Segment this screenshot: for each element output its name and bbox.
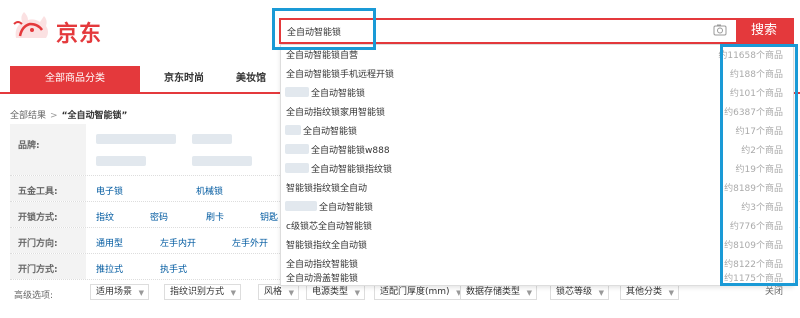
suggestion-item[interactable]: 全自动智能锁 约17个商品 — [281, 121, 793, 140]
advanced-option-label: 数据存储类型 — [466, 287, 521, 297]
blurred-text — [285, 144, 309, 154]
blurred-text — [285, 201, 317, 211]
advanced-option-dropdown[interactable]: 数据存储类型 ▼ — [460, 284, 538, 300]
filter-label-direction: 开门方向: — [10, 228, 86, 253]
suggestion-text: 全自动指纹智能锁 — [286, 260, 359, 270]
advanced-option-dropdown[interactable]: 指纹识别方式 ▼ — [164, 284, 242, 300]
breadcrumb-root[interactable]: 全部结果 — [10, 111, 46, 121]
suggestion-item[interactable]: 全自动智能锁手机远程开锁 约188个商品 — [281, 64, 793, 83]
suggestion-text: 全自动智能锁 — [303, 127, 358, 137]
advanced-option-label: 锁芯等级 — [556, 287, 593, 297]
chevron-down-icon: ▼ — [526, 289, 533, 297]
highlight-box-search-term — [272, 8, 376, 50]
suggestion-item[interactable]: c级锁芯全自动智能锁 约776个商品 — [281, 216, 793, 235]
blurred-brand-logo[interactable] — [96, 156, 146, 166]
blurred-brand-logo[interactable] — [192, 156, 252, 166]
suggestion-text: c级锁芯全自动智能锁 — [286, 222, 372, 232]
chevron-down-icon: ▼ — [230, 289, 237, 297]
advanced-option-dropdown[interactable]: 适用场景 ▼ — [90, 284, 150, 300]
filter-option[interactable]: 推拉式 — [96, 262, 123, 275]
breadcrumb: 全部结果 > “全自动智能锁” — [10, 108, 127, 121]
suggestion-text: 全自动指纹锁家用智能锁 — [286, 108, 386, 118]
filter-option[interactable]: 钥匙 — [260, 210, 278, 223]
suggestion-item[interactable]: 全自动智能锁指纹锁 约19个商品 — [281, 159, 793, 178]
chevron-down-icon: ▼ — [138, 289, 145, 297]
suggestion-item[interactable]: 智能锁指纹锁全自动 约8189个商品 — [281, 178, 793, 197]
suggestion-item[interactable]: 全自动智能锁 约101个商品 — [281, 83, 793, 102]
filter-option[interactable]: 电子锁 — [96, 184, 123, 197]
nav-item-fashion[interactable]: 京东时尚 — [164, 66, 204, 92]
filter-option[interactable]: 通用型 — [96, 236, 123, 249]
suggestion-item[interactable]: 全自动指纹锁家用智能锁 约6387个商品 — [281, 102, 793, 121]
filter-label-brand: 品牌: — [10, 124, 86, 175]
filter-option[interactable]: 指纹 — [96, 210, 114, 223]
filter-label-advanced: 高级选项: — [14, 291, 54, 301]
jd-dog-mascot-icon — [13, 12, 49, 38]
filter-option[interactable]: 机械锁 — [196, 184, 223, 197]
suggestion-text: 智能锁指纹锁全自动 — [286, 184, 368, 194]
suggestion-text: 全自动智能锁 — [319, 203, 374, 213]
blurred-text — [285, 87, 309, 97]
advanced-option-dropdown[interactable]: 锁芯等级 ▼ — [550, 284, 610, 300]
brand-name: 京东 — [56, 22, 103, 47]
filter-option[interactable]: 左手外开 — [232, 236, 268, 249]
suggestion-item[interactable]: 全自动智能锁 约3个商品 — [281, 197, 793, 216]
suggestion-text: 全自动智能锁手机远程开锁 — [286, 70, 395, 80]
suggestion-item[interactable]: 全自动滑盖智能锁 约1175个商品 — [281, 271, 793, 285]
chevron-down-icon: ▼ — [668, 289, 675, 297]
chevron-down-icon: ▼ — [288, 289, 295, 297]
advanced-option-label: 电源类型 — [312, 287, 349, 297]
suggestion-text: 全自动智能锁指纹锁 — [311, 165, 393, 175]
advanced-option-dropdown[interactable]: 其他分类 ▼ — [620, 284, 680, 300]
camera-icon[interactable] — [713, 24, 727, 36]
jd-logo[interactable]: 京东 — [10, 8, 120, 48]
filter-option[interactable]: 密码 — [150, 210, 168, 223]
advanced-option-dropdown[interactable]: 电源类型 ▼ — [306, 284, 366, 300]
advanced-option-dropdown[interactable]: 风格 ▼ — [258, 284, 300, 300]
breadcrumb-current: “全自动智能锁” — [61, 111, 128, 121]
chevron-down-icon: ▼ — [354, 289, 361, 297]
advanced-option-label: 指纹识别方式 — [170, 287, 225, 297]
advanced-option-dropdown[interactable]: 适配门厚度(mm) ▼ — [374, 284, 467, 300]
filter-label-hardware: 五金工具: — [10, 176, 86, 201]
blurred-brand-logo[interactable] — [96, 134, 176, 144]
suggestion-item[interactable]: 全自动智能锁w888 约2个商品 — [281, 140, 793, 159]
filter-option[interactable]: 刷卡 — [206, 210, 224, 223]
search-button[interactable]: 搜索 — [736, 20, 792, 42]
filter-label-open: 开门方式: — [10, 254, 86, 279]
suggestion-text: 智能锁指纹全自动锁 — [286, 241, 368, 251]
blurred-text — [285, 163, 309, 173]
advanced-option-label: 适用场景 — [96, 287, 133, 297]
advanced-option-label: 风格 — [264, 287, 283, 297]
blurred-brand-logo[interactable] — [192, 134, 232, 144]
suggestion-text: 全自动智能锁 — [311, 89, 366, 99]
search-suggestions-dropdown: 全自动智能锁自营 约11658个商品 全自动智能锁手机远程开锁 约188个商品 全自… — [280, 44, 794, 297]
blurred-text — [285, 125, 301, 135]
all-categories-tab[interactable]: 全部商品分类 — [10, 66, 140, 92]
filter-option[interactable]: 执手式 — [160, 262, 187, 275]
nav-item-beauty[interactable]: 美妆馆 — [236, 66, 266, 92]
filter-label-unlock: 开锁方式: — [10, 202, 86, 227]
chevron-down-icon: ▼ — [598, 289, 605, 297]
filter-option[interactable]: 左手内开 — [160, 236, 196, 249]
highlight-box-result-counts — [720, 44, 798, 286]
advanced-option-label: 适配门厚度(mm) — [380, 287, 450, 297]
suggestion-text: 全自动滑盖智能锁 — [286, 274, 359, 284]
suggestion-item[interactable]: 智能锁指纹全自动锁 约8109个商品 — [281, 235, 793, 254]
breadcrumb-separator: > — [50, 111, 58, 121]
advanced-option-label: 其他分类 — [626, 287, 663, 297]
suggestion-text: 全自动智能锁w888 — [311, 146, 390, 156]
